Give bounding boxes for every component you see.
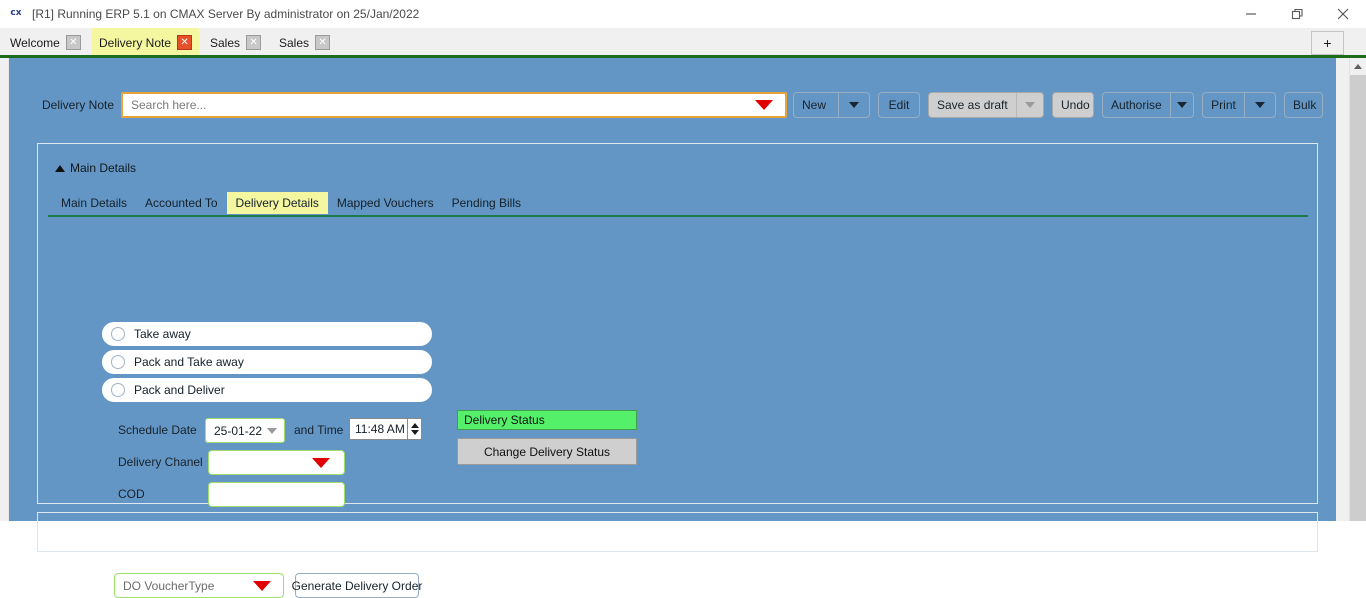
close-icon[interactable]: [1320, 0, 1366, 28]
restore-icon[interactable]: [1274, 0, 1320, 28]
authorise-button[interactable]: Authorise: [1102, 92, 1194, 118]
main-details-header[interactable]: Main Details: [55, 161, 136, 175]
tab-label: Welcome: [10, 35, 60, 50]
main-details-panel: Main Details Main Details Accounted To D…: [37, 143, 1318, 598]
form-title-label: Delivery Note: [42, 98, 115, 112]
tab-label: Delivery Note: [99, 35, 172, 50]
tab-label: Sales: [279, 35, 310, 50]
chevron-down-icon: [1255, 102, 1265, 108]
option-pack-and-deliver[interactable]: Pack and Deliver: [102, 378, 432, 402]
new-dropdown-toggle[interactable]: [838, 93, 869, 117]
form-toolbar: Delivery Note Search here... New Edit Sa…: [9, 58, 1329, 118]
delivery-status-label: Delivery Status: [464, 413, 545, 427]
sub-tab-underline: [48, 215, 1308, 217]
window-title-bar: cx [R1] Running ERP 5.1 on CMAX Server B…: [0, 0, 1366, 28]
radio-icon[interactable]: [111, 355, 125, 369]
bulk-button[interactable]: Bulk: [1284, 92, 1323, 118]
sub-tab-delivery-details[interactable]: Delivery Details: [226, 192, 328, 214]
secondary-panel: [37, 512, 1318, 552]
triangle-up-icon: [1354, 64, 1362, 69]
minimize-icon[interactable]: [1228, 0, 1274, 28]
tab-delivery-note[interactable]: Delivery Note ✕: [92, 28, 200, 57]
sub-tab-mapped-vouchers[interactable]: Mapped Vouchers: [328, 192, 443, 214]
option-take-away[interactable]: Take away: [102, 322, 432, 346]
sub-tab-main-details[interactable]: Main Details: [52, 192, 136, 214]
do-vouchertype-value: DO VoucherType: [123, 578, 215, 593]
scroll-up-arrow-icon[interactable]: [1350, 58, 1366, 75]
chevron-down-icon: [1024, 102, 1035, 108]
search-placeholder: Search here...: [131, 98, 207, 112]
cod-input[interactable]: [208, 482, 345, 507]
time-stepper[interactable]: [407, 419, 421, 439]
stepper-down-icon[interactable]: [410, 430, 419, 435]
search-input[interactable]: Search here...: [121, 92, 787, 118]
print-button-label: Print: [1211, 98, 1236, 112]
main-details-header-label: Main Details: [70, 161, 137, 175]
edit-button[interactable]: Edit: [878, 92, 920, 118]
authorise-button-label: Authorise: [1111, 98, 1162, 112]
option-pack-and-take-away[interactable]: Pack and Take away: [102, 350, 432, 374]
delivery-status-badge: Delivery Status: [457, 410, 637, 430]
option-label: Pack and Deliver: [134, 383, 225, 397]
sub-tab-accounted-to[interactable]: Accounted To: [136, 192, 227, 214]
print-dropdown-toggle[interactable]: [1244, 93, 1275, 117]
save-as-draft-button[interactable]: Save as draft: [928, 92, 1044, 118]
option-label: Take away: [134, 327, 191, 341]
schedule-date-input[interactable]: 25-01-22: [205, 418, 285, 443]
tab-close-icon[interactable]: ✕: [65, 35, 81, 50]
chevron-down-icon: [1176, 102, 1187, 108]
tab-close-icon[interactable]: ✕: [315, 35, 331, 50]
sub-tab-pending-bills[interactable]: Pending Bills: [443, 192, 530, 214]
schedule-time-value: 11:48 AM: [355, 422, 405, 436]
bulk-button-label: Bulk: [1293, 98, 1317, 112]
undo-button[interactable]: Undo: [1052, 92, 1094, 118]
new-button[interactable]: New: [793, 92, 870, 118]
chevron-down-icon: [849, 102, 859, 108]
form-canvas: Delivery Note Search here... New Edit Sa…: [8, 58, 1336, 598]
schedule-date-label: Schedule Date: [118, 423, 197, 437]
radio-icon[interactable]: [111, 327, 125, 341]
edit-button-label: Edit: [888, 98, 910, 112]
tab-welcome[interactable]: Welcome ✕: [3, 28, 88, 57]
chevron-down-icon[interactable]: [755, 100, 773, 110]
schedule-time-input[interactable]: 11:48 AM: [349, 418, 422, 440]
new-tab-button[interactable]: +: [1311, 31, 1344, 55]
tab-label: Sales: [210, 35, 241, 50]
stepper-up-icon[interactable]: [410, 423, 419, 428]
radio-icon[interactable]: [111, 383, 125, 397]
save-as-draft-dropdown-toggle[interactable]: [1015, 93, 1043, 117]
workspace: Delivery Note Search here... New Edit Sa…: [0, 58, 1366, 598]
change-delivery-status-button[interactable]: Change Delivery Status: [457, 438, 637, 465]
generate-delivery-order-label: Generate Delivery Order: [291, 578, 423, 593]
tab-close-icon[interactable]: ✕: [246, 35, 262, 50]
do-vouchertype-select[interactable]: DO VoucherType: [114, 573, 284, 598]
chevron-down-icon[interactable]: [253, 580, 271, 591]
delivery-chanel-select[interactable]: [208, 450, 345, 475]
generate-delivery-order-button[interactable]: Generate Delivery Order: [292, 573, 422, 598]
tab-close-icon[interactable]: ✕: [177, 35, 193, 50]
chevron-down-icon[interactable]: [312, 457, 330, 468]
schedule-date-value: 25-01-22: [214, 423, 263, 438]
new-button-label: New: [801, 98, 826, 112]
and-time-label: and Time: [294, 423, 344, 437]
chevron-down-icon[interactable]: [267, 427, 277, 434]
tab-bar: Welcome ✕ Delivery Note ✕ Sales ✕ Sales …: [0, 28, 1366, 57]
tab-sales-1[interactable]: Sales ✕: [203, 28, 268, 57]
scrollbar-thumb[interactable]: [1350, 75, 1366, 521]
sub-tab-strip: Main Details Accounted To Delivery Detai…: [52, 192, 530, 214]
delivery-chanel-label: Delivery Chanel: [118, 455, 203, 469]
cod-label: COD: [118, 487, 145, 501]
change-delivery-status-label: Change Delivery Status: [483, 444, 611, 459]
window-title-text: [R1] Running ERP 5.1 on CMAX Server By a…: [32, 7, 420, 21]
triangle-up-icon[interactable]: [55, 164, 65, 172]
print-button[interactable]: Print: [1202, 92, 1276, 118]
tab-sales-2[interactable]: Sales ✕: [272, 28, 337, 57]
save-as-draft-label: Save as draft: [937, 98, 1008, 112]
option-label: Pack and Take away: [134, 355, 244, 369]
undo-button-label: Undo: [1061, 98, 1090, 112]
authorise-dropdown-toggle[interactable]: [1169, 93, 1193, 117]
app-logo-icon: cx: [10, 8, 22, 18]
vertical-scrollbar[interactable]: [1349, 58, 1366, 521]
